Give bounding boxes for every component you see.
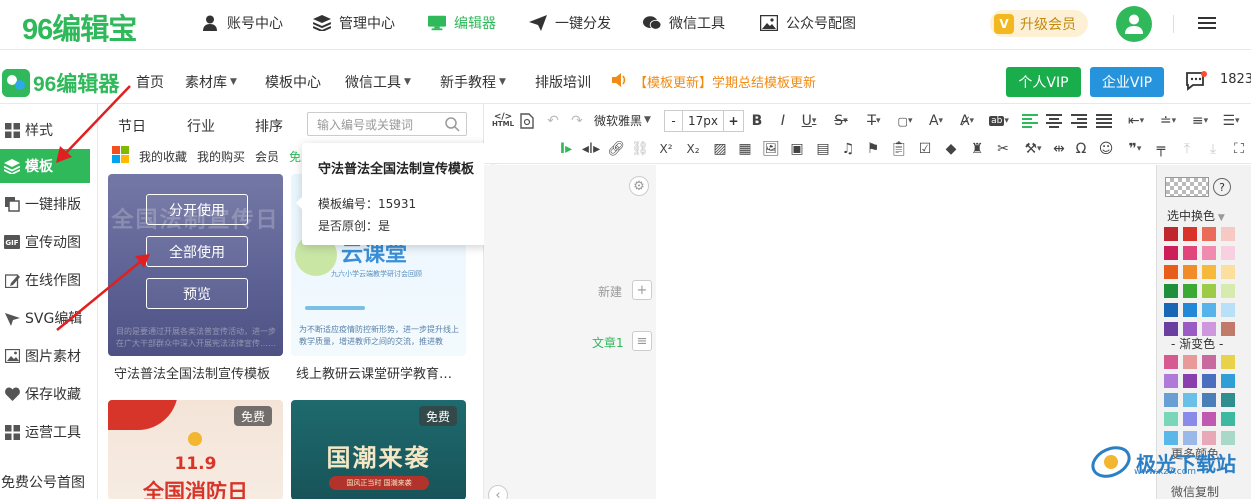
red-arrow-icon	[56, 85, 131, 163]
app-window: 96编辑宝 账号中心 管理中心 编辑器 一键分发 微信工具 公众号配图 V 升级…	[0, 0, 1251, 499]
red-annotation-arrows	[56, 85, 150, 331]
red-arrow-icon	[56, 254, 150, 331]
